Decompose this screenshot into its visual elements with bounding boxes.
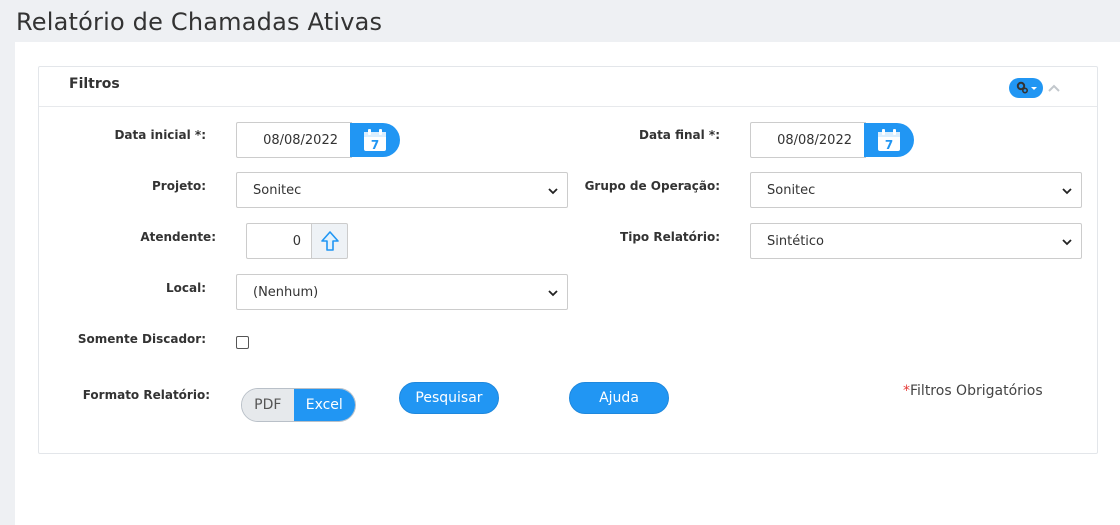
- filters-panel-header: Filtros: [39, 67, 1097, 107]
- calendar-icon: 7: [878, 129, 900, 152]
- grupo-operacao-select-value: Sonitec: [767, 182, 816, 198]
- local-select[interactable]: (Nenhum): [236, 274, 568, 310]
- projeto-select-value: Sonitec: [253, 182, 302, 198]
- formato-pdf-option[interactable]: PDF: [242, 389, 294, 421]
- atendente-label: Atendente:: [140, 230, 216, 244]
- page-title: Relatório de Chamadas Ativas: [16, 8, 383, 36]
- arrow-up-icon: [320, 231, 339, 251]
- data-inicial-calendar-button[interactable]: 7: [350, 123, 400, 157]
- local-select-value: (Nenhum): [253, 284, 319, 300]
- chevron-down-icon: [548, 290, 558, 297]
- data-final-calendar-button[interactable]: 7: [864, 123, 914, 157]
- required-star: *: [903, 383, 910, 399]
- chevron-down-icon: [1062, 239, 1072, 246]
- atendente-lookup-button[interactable]: [312, 223, 348, 259]
- data-inicial-label: Data inicial *:: [114, 128, 206, 142]
- tipo-relatorio-label: Tipo Relatório:: [620, 230, 720, 244]
- data-inicial-input[interactable]: 08/08/2022: [236, 122, 352, 158]
- grupo-operacao-select[interactable]: Sonitec: [750, 172, 1082, 208]
- grupo-operacao-label: Grupo de Operação:: [584, 179, 720, 193]
- tipo-relatorio-select-value: Sintético: [767, 233, 825, 249]
- formato-relatorio-toggle[interactable]: PDF Excel: [241, 388, 356, 422]
- data-final-input[interactable]: 08/08/2022: [750, 122, 866, 158]
- data-final-label: Data final *:: [639, 128, 720, 142]
- tipo-relatorio-select[interactable]: Sintético: [750, 223, 1082, 259]
- pesquisar-button[interactable]: Pesquisar: [399, 382, 499, 414]
- atendente-input[interactable]: 0: [246, 223, 312, 259]
- calendar-day-text: 7: [371, 138, 379, 152]
- chevron-down-icon: [548, 188, 558, 195]
- chevron-down-icon: [1062, 188, 1072, 195]
- formato-excel-option[interactable]: Excel: [293, 389, 355, 421]
- calendar-day-text: 7: [885, 138, 893, 152]
- collapse-chevron-up-icon[interactable]: [1045, 77, 1063, 97]
- formato-relatorio-label: Formato Relatório:: [82, 388, 210, 402]
- required-filters-text: Filtros Obrigatórios: [910, 383, 1043, 399]
- somente-discador-checkbox[interactable]: [236, 336, 249, 349]
- somente-discador-label: Somente Discador:: [77, 332, 206, 346]
- local-label: Local:: [165, 281, 206, 295]
- gears-icon: [1016, 81, 1037, 94]
- calendar-icon: 7: [364, 129, 386, 152]
- projeto-select[interactable]: Sonitec: [236, 172, 568, 208]
- projeto-label: Projeto:: [152, 179, 206, 193]
- required-filters-note: *Filtros Obrigatórios: [903, 383, 1043, 399]
- settings-dropdown-button[interactable]: [1009, 78, 1043, 98]
- ajuda-button[interactable]: Ajuda: [569, 382, 669, 414]
- filters-panel-title: Filtros: [69, 76, 120, 92]
